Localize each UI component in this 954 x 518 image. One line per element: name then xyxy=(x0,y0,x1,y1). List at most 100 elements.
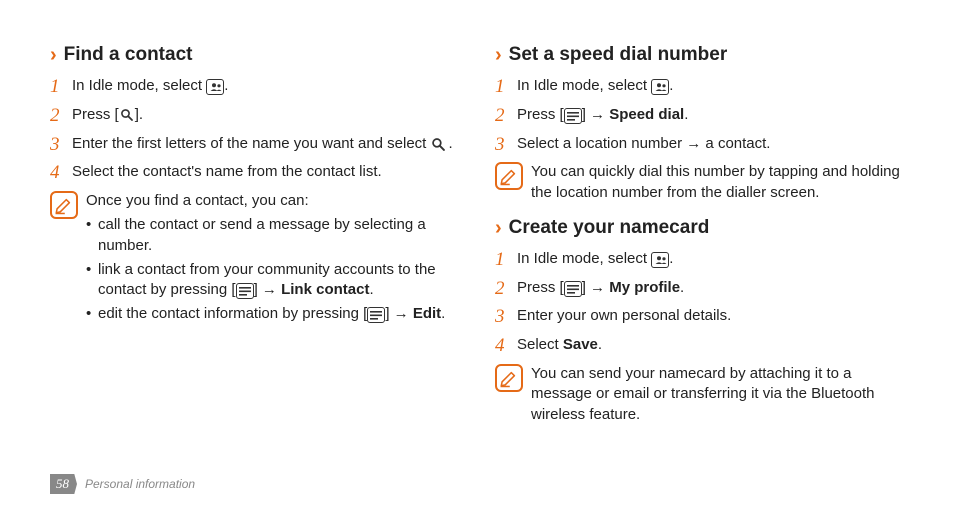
note-icon xyxy=(50,191,78,219)
step-row: 4 Select the contact's name from the con… xyxy=(50,162,459,185)
step-number: 2 xyxy=(50,105,72,128)
text: ] → xyxy=(385,305,413,322)
step-number: 3 xyxy=(495,306,517,329)
section-find-contact: › Find a contact xyxy=(50,44,459,66)
section-title: Create your namecard xyxy=(509,217,710,239)
text: In Idle mode, select xyxy=(517,77,651,94)
step-number: 2 xyxy=(495,278,517,301)
text: ] → xyxy=(582,106,610,123)
step-row: 4 Select Save. xyxy=(495,335,904,358)
text: Once you find a contact, you can: xyxy=(86,192,309,209)
text: ] → xyxy=(254,281,282,298)
step-text: Select the contact's name from the conta… xyxy=(72,162,459,185)
chevron-icon: › xyxy=(495,45,499,65)
text: My profile xyxy=(609,279,680,296)
text: . xyxy=(441,305,445,322)
contacts-icon xyxy=(651,252,669,268)
section-speed-dial: › Set a speed dial number xyxy=(495,44,904,66)
menu-icon xyxy=(367,307,385,323)
text: . xyxy=(684,106,688,123)
text: . xyxy=(669,250,673,267)
text: Select xyxy=(517,336,563,353)
note-block: You can send your namecard by attaching … xyxy=(495,364,904,425)
contacts-icon xyxy=(651,79,669,95)
step-number: 3 xyxy=(50,134,72,157)
text: . xyxy=(449,135,453,152)
section-title: Set a speed dial number xyxy=(509,44,728,66)
section-title: Find a contact xyxy=(64,44,193,66)
page-number: 58 xyxy=(50,474,77,494)
list-item: link a contact from your community accou… xyxy=(86,260,459,301)
text: Edit xyxy=(413,305,441,322)
text: . xyxy=(224,77,228,94)
step-text: Select a location number → a contact. xyxy=(517,134,904,157)
text: call the contact or send a message by se… xyxy=(98,216,426,253)
chevron-icon: › xyxy=(495,218,499,238)
search-icon xyxy=(119,107,135,121)
list-item: call the contact or send a message by se… xyxy=(86,215,459,256)
step-text: In Idle mode, select . xyxy=(517,76,904,99)
step-number: 4 xyxy=(495,335,517,358)
left-column: › Find a contact 1 In Idle mode, select … xyxy=(50,40,459,435)
search-icon xyxy=(431,137,449,153)
note-text: Once you find a contact, you can: call t… xyxy=(86,191,459,329)
right-column: › Set a speed dial number 1 In Idle mode… xyxy=(495,40,904,435)
page-columns: › Find a contact 1 In Idle mode, select … xyxy=(50,40,904,435)
step-text: In Idle mode, select . xyxy=(72,76,459,99)
step-number: 4 xyxy=(50,162,72,185)
step-text: Select Save. xyxy=(517,335,904,358)
text: Enter the first letters of the name you … xyxy=(72,135,431,152)
note-text: You can send your namecard by attaching … xyxy=(531,364,904,425)
text: Speed dial xyxy=(609,106,684,123)
step-row: 1 In Idle mode, select . xyxy=(50,76,459,99)
step-number: 1 xyxy=(50,76,72,99)
step-text: Enter your own personal details. xyxy=(517,306,904,329)
step-row: 3 Enter your own personal details. xyxy=(495,306,904,329)
chevron-icon: › xyxy=(50,45,54,65)
step-number: 2 xyxy=(495,105,517,128)
step-text: Press [ ] → Speed dial. xyxy=(517,105,904,128)
note-icon xyxy=(495,364,523,392)
step-number: 1 xyxy=(495,76,517,99)
bullet-list: call the contact or send a message by se… xyxy=(86,215,459,324)
note-text: You can quickly dial this number by tapp… xyxy=(531,162,904,203)
step-row: 1 In Idle mode, select . xyxy=(495,249,904,272)
menu-icon xyxy=(564,108,582,124)
text: edit the contact information by pressing… xyxy=(98,305,367,322)
step-text: Press [ ] → My profile. xyxy=(517,278,904,301)
text: ]. xyxy=(135,106,143,123)
text: In Idle mode, select xyxy=(517,250,651,267)
step-number: 3 xyxy=(495,134,517,157)
page-footer: 58 Personal information xyxy=(50,474,195,494)
text: Link contact xyxy=(281,281,369,298)
step-row: 1 In Idle mode, select . xyxy=(495,76,904,99)
note-icon xyxy=(495,162,523,190)
text: Press [ xyxy=(517,106,564,123)
note-block: Once you find a contact, you can: call t… xyxy=(50,191,459,329)
text: . xyxy=(369,281,373,298)
step-row: 3 Enter the first letters of the name yo… xyxy=(50,134,459,157)
text: Save xyxy=(563,336,598,353)
list-item: edit the contact information by pressing… xyxy=(86,304,459,324)
menu-icon xyxy=(236,283,254,299)
text: . xyxy=(669,77,673,94)
step-text: Enter the first letters of the name you … xyxy=(72,134,459,157)
note-block: You can quickly dial this number by tapp… xyxy=(495,162,904,203)
step-row: 2 Press []. xyxy=(50,105,459,128)
text: . xyxy=(680,279,684,296)
step-number: 1 xyxy=(495,249,517,272)
step-row: 2 Press [ ] → My profile. xyxy=(495,278,904,301)
text: Press [ xyxy=(517,279,564,296)
text: . xyxy=(598,336,602,353)
menu-icon xyxy=(564,281,582,297)
section-namecard: › Create your namecard xyxy=(495,217,904,239)
text: Press [ xyxy=(72,106,119,123)
step-row: 2 Press [ ] → Speed dial. xyxy=(495,105,904,128)
text: In Idle mode, select xyxy=(72,77,206,94)
step-row: 3 Select a location number → a contact. xyxy=(495,134,904,157)
step-text: Press []. xyxy=(72,105,459,128)
contacts-icon xyxy=(206,79,224,95)
text: ] → xyxy=(582,279,610,296)
step-text: In Idle mode, select . xyxy=(517,249,904,272)
footer-section: Personal information xyxy=(85,477,195,491)
